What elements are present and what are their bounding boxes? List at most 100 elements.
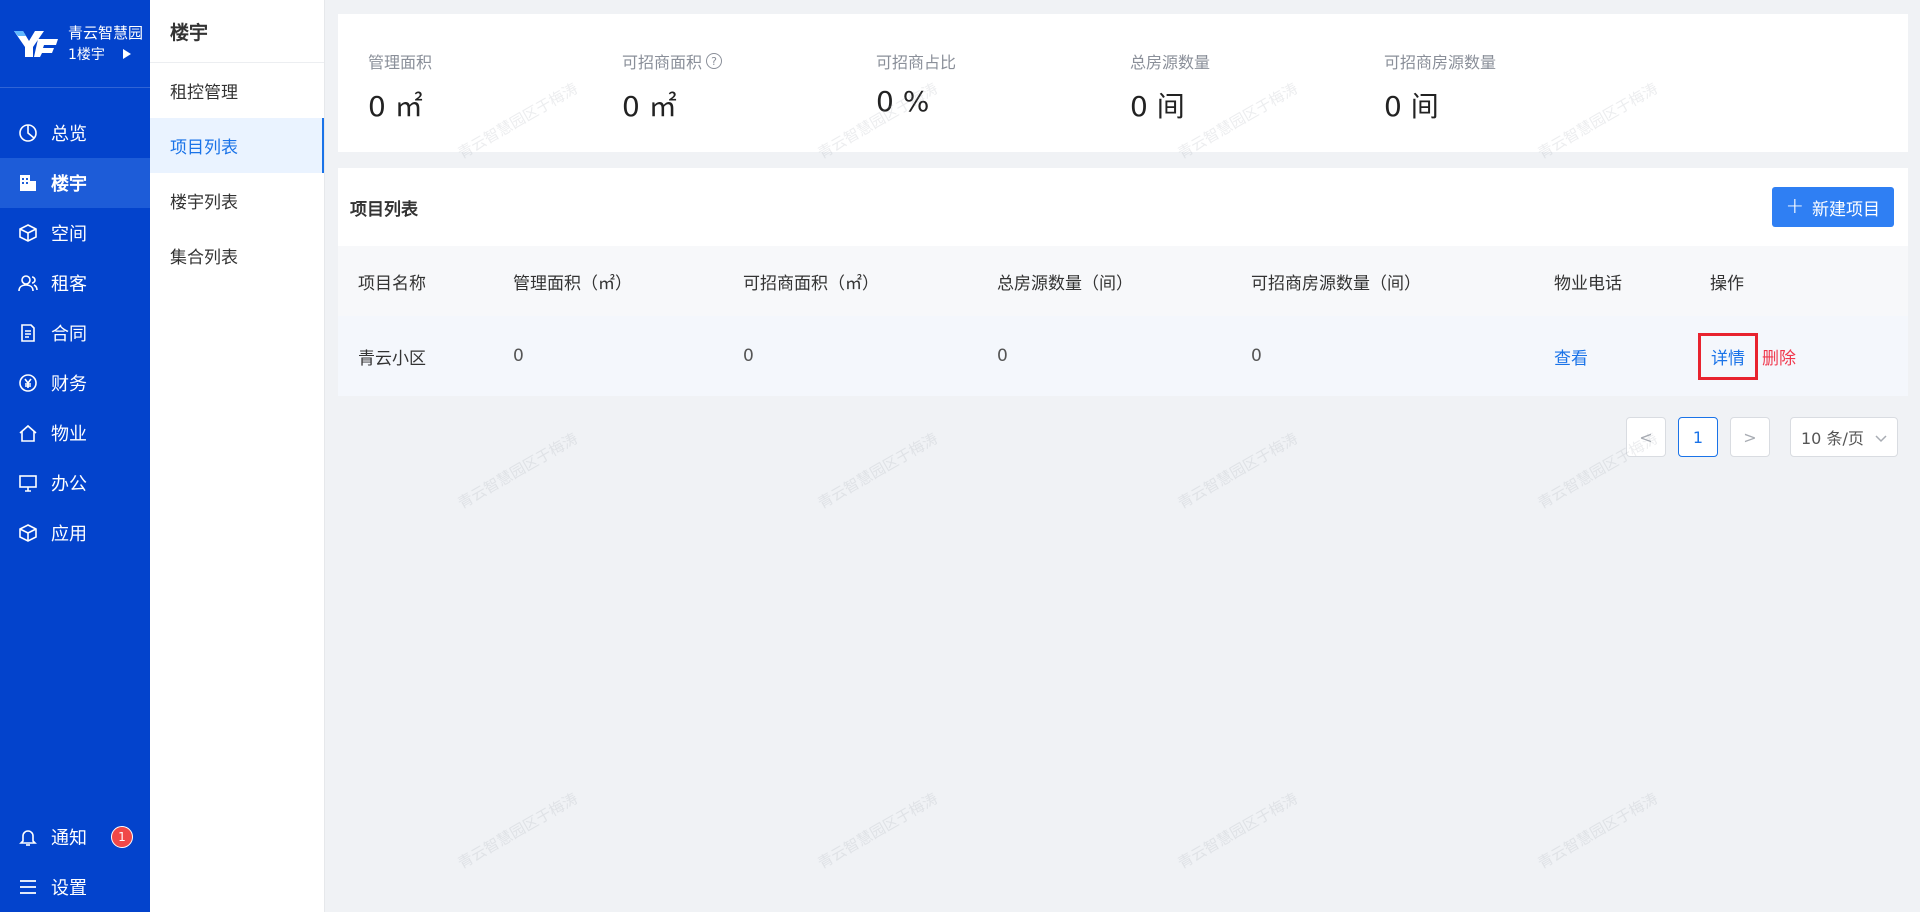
stat-label: 总房源数量 <box>1130 53 1211 72</box>
chevron-down-icon <box>1875 428 1887 447</box>
stat-rentable-rooms: 可招商房源数量 0 间 <box>1384 49 1638 152</box>
stat-managed-area: 管理面积 0 ㎡ <box>368 49 622 152</box>
watermark: 青云智慧园区于梅涛 <box>1174 429 1301 513</box>
nav-item-settings[interactable]: 设置 <box>0 862 150 912</box>
column-header[interactable]: 可招商面积（㎡） <box>723 246 977 316</box>
watermark: 青云智慧园区于梅涛 <box>814 789 941 873</box>
cube-icon <box>17 222 39 244</box>
table-header-row: 项目名称 管理面积（㎡） 可招商面积（㎡） 总房源数量（间） 可招商房源数量（间… <box>338 246 1908 316</box>
new-project-button[interactable]: + 新建项目 <box>1771 187 1894 227</box>
stats-card: 管理面积 0 ㎡ 可招商面积 ? 0 ㎡ 可招商占比 0 % 总房源数量 0 间… <box>338 14 1908 152</box>
stat-rentable-area: 可招商面积 ? 0 ㎡ <box>622 49 876 152</box>
chevron-left-icon: < <box>1639 427 1653 447</box>
page-1-button[interactable]: 1 <box>1678 417 1718 457</box>
stat-value: 0 间 <box>1130 90 1185 123</box>
nav-item-office[interactable]: 办公 <box>0 458 150 508</box>
box-icon <box>17 522 39 544</box>
building-selector[interactable]: 1楼宇 <box>68 44 105 66</box>
cell-actions: 详情 删除 <box>1690 316 1908 396</box>
column-header[interactable]: 操作 <box>1690 246 1908 316</box>
nav-label: 物业 <box>51 424 87 445</box>
yen-icon <box>17 372 39 394</box>
page-size-value: 10 条/页 <box>1801 429 1864 448</box>
watermark: 青云智慧园区于梅涛 <box>1534 789 1661 873</box>
brand-header[interactable]: 青云智慧园区 1楼宇 <box>0 0 150 88</box>
nav-label: 空间 <box>51 224 87 245</box>
view-phone-link[interactable]: 查看 <box>1554 349 1588 369</box>
subnav-item-building-list[interactable]: 楼宇列表 <box>150 173 324 228</box>
watermark: 青云智慧园区于梅涛 <box>1174 789 1301 873</box>
nav-label: 总览 <box>51 124 87 145</box>
stat-label: 可招商占比 <box>876 53 957 72</box>
nav-item-contract[interactable]: 合同 <box>0 308 150 358</box>
subnav-item-collection-list[interactable]: 集合列表 <box>150 228 324 283</box>
new-project-label: 新建项目 <box>1812 199 1880 220</box>
stat-total-rooms: 总房源数量 0 间 <box>1130 49 1384 152</box>
nav-item-space[interactable]: 空间 <box>0 208 150 258</box>
page-size-select[interactable]: 10 条/页 <box>1790 417 1898 457</box>
nav-item-building[interactable]: 楼宇 <box>0 158 150 208</box>
prev-page-button[interactable]: < <box>1626 417 1666 457</box>
column-header[interactable]: 物业电话 <box>1534 246 1690 316</box>
project-list-card: 项目列表 + 新建项目 项目名称 管理面积（㎡） 可招商面积（㎡） 总房源数量（… <box>338 168 1908 396</box>
help-icon[interactable]: ? <box>706 53 723 69</box>
cell-project-name: 青云小区 <box>338 316 493 396</box>
watermark: 青云智慧园区于梅涛 <box>454 789 581 873</box>
list-title: 项目列表 <box>350 199 418 220</box>
nav-item-finance[interactable]: 财务 <box>0 358 150 408</box>
column-header[interactable]: 可招商房源数量（间） <box>1231 246 1534 316</box>
nav-item-tenant[interactable]: 租客 <box>0 258 150 308</box>
nav-item-notifications[interactable]: 通知 1 <box>0 812 150 862</box>
nav-label: 楼宇 <box>51 174 87 195</box>
nav-label: 应用 <box>51 524 87 545</box>
next-page-button[interactable]: > <box>1730 417 1770 457</box>
cell-phone: 查看 <box>1534 316 1690 396</box>
nav-label: 租客 <box>51 274 87 295</box>
bell-icon <box>17 826 39 848</box>
column-header[interactable]: 总房源数量（间） <box>977 246 1231 316</box>
nav-label: 办公 <box>51 474 87 495</box>
subnav-item-rent-control[interactable]: 租控管理 <box>150 63 324 118</box>
nav-item-apps[interactable]: 应用 <box>0 508 150 558</box>
nav-label: 通知 <box>51 828 87 849</box>
subnav-title: 楼宇 <box>150 0 324 63</box>
sub-sidebar: 楼宇 租控管理 项目列表 楼宇列表 集合列表 <box>150 0 325 912</box>
brand-name: 青云智慧园区 <box>68 23 142 42</box>
subnav-item-project-list[interactable]: 项目列表 <box>150 118 324 173</box>
cell-rentable-area: 0 <box>723 316 977 396</box>
cell-total-rooms: 0 <box>977 316 1231 396</box>
pagination: < 1 > 10 条/页 <box>1626 417 1898 457</box>
monitor-icon <box>17 472 39 494</box>
home-icon <box>17 422 39 444</box>
nav-label: 设置 <box>51 878 87 899</box>
caret-right-icon <box>122 44 131 66</box>
stat-label: 可招商面积 <box>622 53 703 72</box>
nav-item-overview[interactable]: 总览 <box>0 108 150 158</box>
nav-label: 合同 <box>51 324 87 345</box>
document-icon <box>17 322 39 344</box>
stat-label: 可招商房源数量 <box>1384 53 1497 72</box>
nav-label: 财务 <box>51 374 87 395</box>
watermark: 青云智慧园区于梅涛 <box>814 429 941 513</box>
pie-chart-icon <box>17 122 39 144</box>
main-sidebar: 青云智慧园区 1楼宇 总览 楼宇 空间 <box>0 0 150 912</box>
column-header[interactable]: 管理面积（㎡） <box>493 246 723 316</box>
column-header[interactable]: 项目名称 <box>338 246 493 316</box>
cell-rentable-rooms: 0 <box>1231 316 1534 396</box>
detail-link[interactable]: 详情 <box>1698 332 1758 380</box>
brand-logo <box>14 29 58 59</box>
plus-icon: + <box>1785 194 1804 219</box>
stat-value: 0 % <box>876 85 930 118</box>
stat-value: 0 间 <box>1384 90 1439 123</box>
nav-item-property[interactable]: 物业 <box>0 408 150 458</box>
chevron-right-icon: > <box>1743 427 1757 447</box>
stat-value: 0 ㎡ <box>622 90 677 123</box>
delete-link[interactable]: 删除 <box>1762 344 1796 369</box>
project-table: 项目名称 管理面积（㎡） 可招商面积（㎡） 总房源数量（间） 可招商房源数量（间… <box>338 246 1908 396</box>
stat-rentable-ratio: 可招商占比 0 % <box>876 49 1130 152</box>
table-row: 青云小区 0 0 0 0 查看 详情 删除 <box>338 316 1908 396</box>
notification-badge: 1 <box>111 826 133 848</box>
stat-value: 0 ㎡ <box>368 90 423 123</box>
stat-label: 管理面积 <box>368 53 433 72</box>
cell-managed-area: 0 <box>493 316 723 396</box>
